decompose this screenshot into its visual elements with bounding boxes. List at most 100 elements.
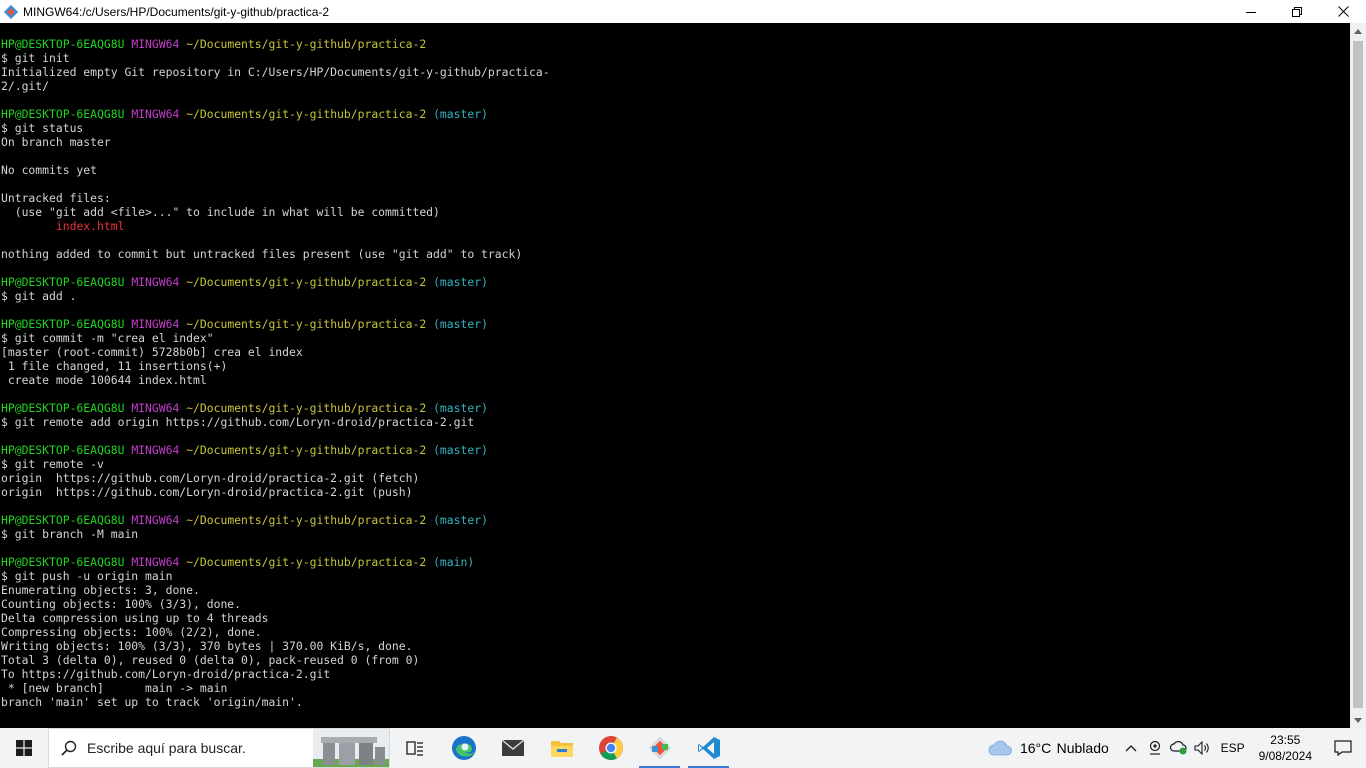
terminal-text: Compressing objects: 100% (2/2), done. [1, 625, 262, 639]
terminal-path-text: ~/Documents/git-y-github/practica-2 [186, 443, 427, 457]
close-button[interactable] [1320, 0, 1366, 23]
terminal-path-text: ~/Documents/git-y-github/practica-2 [186, 275, 427, 289]
terminal-text: Writing objects: 100% (3/3), 370 bytes |… [1, 639, 413, 653]
terminal-line: HP@DESKTOP-6EAQG8U MINGW64 ~/Documents/g… [1, 275, 550, 289]
terminal-text: 1 file changed, 11 insertions(+) [1, 359, 228, 373]
minimize-button[interactable] [1228, 0, 1274, 23]
file-explorer-button[interactable] [537, 728, 586, 768]
terminal-branch-text: (master) [433, 401, 488, 415]
onedrive-sync-icon [1169, 741, 1187, 755]
terminal-line: branch 'main' set up to track 'origin/ma… [1, 695, 550, 709]
terminal-branch-text: (master) [433, 107, 488, 121]
terminal-output[interactable]: HP@DESKTOP-6EAQG8U MINGW64 ~/Documents/g… [0, 23, 1350, 728]
notifications-button[interactable] [1320, 728, 1366, 768]
terminal-path-text: ~/Documents/git-y-github/practica-2 [186, 513, 427, 527]
terminal-line: $ git add . [1, 289, 550, 303]
terminal-user-text: HP@DESKTOP-6EAQG8U [1, 555, 125, 569]
terminal-host-text: MINGW64 [131, 513, 180, 527]
terminal-text: $ git remote -v [1, 457, 104, 471]
terminal-branch-text: (master) [433, 443, 488, 457]
terminal-text: $ git init [1, 51, 70, 65]
clock-time: 23:55 [1270, 733, 1301, 747]
scroll-down-button[interactable] [1350, 712, 1366, 728]
terminal-line: HP@DESKTOP-6EAQG8U MINGW64 ~/Documents/g… [1, 107, 550, 121]
terminal-line: Delta compression using up to 4 threads [1, 611, 550, 625]
git-bash-icon [648, 736, 671, 760]
terminal-branch-text: (master) [433, 317, 488, 331]
terminal-user-text: HP@DESKTOP-6EAQG8U [1, 37, 125, 51]
terminal-path-text: ~/Documents/git-y-github/practica-2 [186, 555, 427, 569]
weather-button[interactable] [983, 728, 1017, 768]
onedrive-button[interactable] [1167, 728, 1191, 768]
terminal-text: $ git remote add origin https://github.c… [1, 415, 475, 429]
terminal-text: Total 3 (delta 0), reused 0 (delta 0), p… [1, 653, 420, 667]
close-icon [1337, 6, 1349, 17]
terminal-line: 1 file changed, 11 insertions(+) [1, 359, 550, 373]
git-bash-button[interactable] [635, 728, 684, 768]
weather-temp[interactable]: 16°C [1017, 728, 1055, 768]
weather-desc[interactable]: Nublado [1055, 728, 1119, 768]
terminal-text: No commits yet [1, 163, 98, 177]
terminal-host-text: MINGW64 [131, 107, 180, 121]
minimize-icon [1246, 11, 1256, 13]
vscode-icon [697, 737, 720, 759]
terminal-line: HP@DESKTOP-6EAQG8U MINGW64 ~/Documents/g… [1, 401, 550, 415]
terminal-host-text: MINGW64 [131, 37, 180, 51]
terminal-line: * [new branch] main -> main [1, 681, 550, 695]
terminal-line: create mode 100644 index.html [1, 373, 550, 387]
chevron-up-icon [1354, 28, 1362, 34]
volume-button[interactable] [1191, 728, 1215, 768]
terminal-red-text: index.html [55, 219, 125, 233]
volume-icon [1194, 741, 1209, 755]
terminal-host-text: MINGW64 [131, 317, 180, 331]
mail-button[interactable] [488, 728, 537, 768]
terminal-line: 2/.git/ [1, 79, 550, 93]
terminal-text: $ git push -u origin main [1, 569, 173, 583]
vscode-button[interactable] [684, 728, 733, 768]
scroll-up-button[interactable] [1350, 23, 1366, 39]
chrome-button[interactable] [586, 728, 635, 768]
start-button[interactable] [0, 728, 48, 768]
task-view-button[interactable] [390, 728, 439, 768]
language-label: ESP [1220, 741, 1245, 755]
search-icon [61, 740, 77, 756]
terminal-path-text: ~/Documents/git-y-github/practica-2 [186, 37, 427, 51]
git-bash-app-icon [3, 4, 19, 20]
taskbar-search-box[interactable]: Escribe aquí para buscar. [48, 728, 390, 768]
cloud-icon [988, 740, 1012, 756]
input-language-button[interactable]: ESP [1215, 728, 1251, 768]
meet-now-button[interactable] [1143, 728, 1167, 768]
terminal-text: nothing added to commit but untracked fi… [1, 247, 523, 261]
terminal-line: $ git commit -m "crea el index" [1, 331, 550, 345]
terminal-text: $ git status [1, 121, 84, 135]
window-controls [1228, 0, 1366, 23]
terminal-host-text: MINGW64 [131, 443, 180, 457]
taskbar: Escribe aquí para buscar. 16°C Nublado E… [0, 728, 1366, 768]
show-hidden-icons-button[interactable] [1119, 728, 1143, 768]
terminal-line: Compressing objects: 100% (2/2), done. [1, 625, 550, 639]
terminal-line: nothing added to commit but untracked fi… [1, 247, 550, 261]
terminal-line: $ git push -u origin main [1, 569, 550, 583]
terminal-text: Enumerating objects: 3, done. [1, 583, 200, 597]
vertical-scrollbar[interactable] [1350, 23, 1366, 728]
terminal-line: On branch master [1, 135, 550, 149]
restore-button[interactable] [1274, 0, 1320, 23]
terminal-line: index.html [1, 219, 550, 233]
terminal-text: $ git branch -M main [1, 527, 139, 541]
terminal-line: To https://github.com/Loryn-droid/practi… [1, 667, 550, 681]
search-highlight-image [313, 729, 389, 767]
terminal-text: * [new branch] main -> main [1, 681, 228, 695]
edge-button[interactable] [439, 728, 488, 768]
clock-button[interactable]: 23:55 9/08/2024 [1259, 732, 1312, 764]
weather-desc-label: Nublado [1056, 740, 1109, 756]
terminal-line: origin https://github.com/Loryn-droid/pr… [1, 485, 550, 499]
terminal-user-text: HP@DESKTOP-6EAQG8U [1, 443, 125, 457]
scroll-thumb[interactable] [1353, 41, 1363, 708]
terminal-line: $ git remote add origin https://github.c… [1, 415, 550, 429]
terminal-text: $ git commit -m "crea el index" [1, 331, 214, 345]
